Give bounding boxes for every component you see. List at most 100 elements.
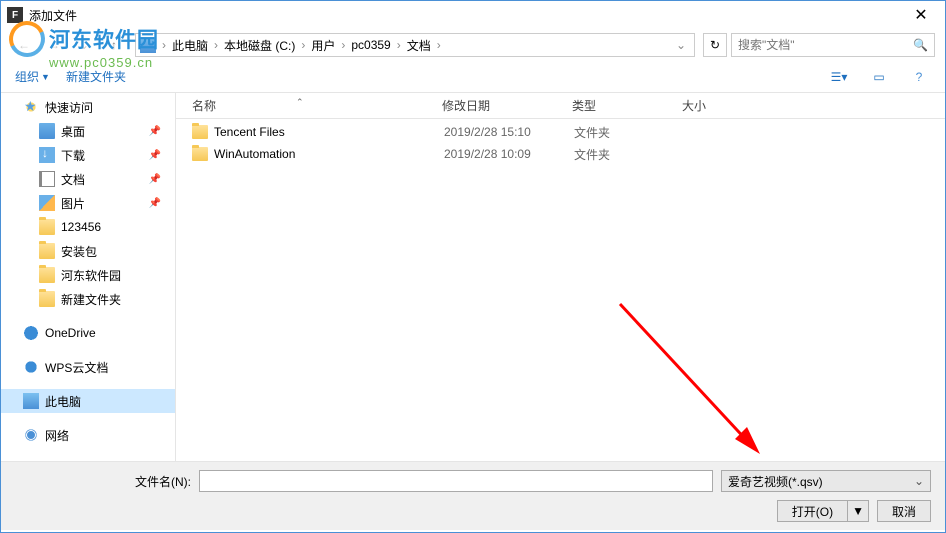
breadcrumb-item[interactable]: 本地磁盘 (C:) xyxy=(220,37,299,54)
sort-indicator-icon: ⌃ xyxy=(296,97,304,108)
title-bar: F 添加文件 ✕ xyxy=(1,1,945,29)
back-button[interactable]: ← xyxy=(11,32,37,58)
chevron-down-icon: ▼ xyxy=(41,72,50,82)
search-input[interactable] xyxy=(738,38,913,52)
document-icon xyxy=(39,171,55,187)
file-type: 文件夹 xyxy=(574,146,684,163)
breadcrumb-item[interactable]: pc0359 xyxy=(347,38,394,52)
chevron-down-icon[interactable]: ⌄ xyxy=(676,38,686,52)
sidebar-item-downloads[interactable]: 下载📌 xyxy=(1,143,175,167)
file-row[interactable]: Tencent Files 2019/2/28 15:10 文件夹 xyxy=(176,121,945,143)
sidebar-item-this-pc[interactable]: 此电脑 xyxy=(1,389,175,413)
file-name: WinAutomation xyxy=(214,147,444,161)
close-button[interactable]: ✕ xyxy=(901,3,941,27)
breadcrumb-item[interactable]: 用户 xyxy=(307,37,339,54)
column-header-type[interactable]: 类型 xyxy=(566,93,676,118)
sidebar-item-pictures[interactable]: 图片 📌 xyxy=(1,191,175,215)
sidebar-label: OneDrive xyxy=(45,326,96,340)
chevron-right-icon[interactable]: › xyxy=(435,38,443,52)
wps-icon xyxy=(23,359,39,375)
file-type: 文件夹 xyxy=(574,124,684,141)
desktop-icon xyxy=(39,123,55,139)
file-date: 2019/2/28 10:09 xyxy=(444,147,574,161)
breadcrumb-item[interactable]: 此电脑 xyxy=(168,37,212,54)
sidebar-label: 图片 xyxy=(61,195,85,212)
sidebar-item-wps[interactable]: WPS云文档 xyxy=(1,355,175,379)
window-title: 添加文件 xyxy=(29,7,901,24)
filename-label: 文件名(N): xyxy=(135,473,191,490)
file-type-filter[interactable]: 爱奇艺视频(*.qsv) xyxy=(721,470,931,492)
file-view: 名称⌃ 修改日期 类型 大小 Tencent Files 2019/2/28 1… xyxy=(176,93,945,461)
organize-menu[interactable]: 组织 ▼ xyxy=(15,68,50,85)
file-date: 2019/2/28 15:10 xyxy=(444,125,574,139)
file-list[interactable]: Tencent Files 2019/2/28 15:10 文件夹 WinAut… xyxy=(176,119,945,461)
open-dropdown-button[interactable]: ▼ xyxy=(847,500,869,522)
folder-icon xyxy=(39,243,55,259)
onedrive-icon xyxy=(23,325,39,341)
open-button-group: 打开(O) ▼ xyxy=(777,500,869,522)
star-icon xyxy=(23,99,39,115)
sidebar-item-network[interactable]: 网络 xyxy=(1,423,175,447)
sidebar-item-folder[interactable]: 河东软件园 xyxy=(1,263,175,287)
chevron-right-icon[interactable]: › xyxy=(339,38,347,52)
toolbar: 组织 ▼ 新建文件夹 ☰▾ ▭ ? xyxy=(1,61,945,93)
sidebar-item-folder[interactable]: 新建文件夹 xyxy=(1,287,175,311)
new-folder-button[interactable]: 新建文件夹 xyxy=(66,68,126,85)
up-button[interactable]: ↑ xyxy=(101,32,127,58)
column-header-date[interactable]: 修改日期 xyxy=(436,93,566,118)
folder-icon xyxy=(39,219,55,235)
help-button[interactable]: ? xyxy=(907,67,931,87)
sidebar-label: 文档 xyxy=(61,171,85,188)
sidebar-label: 河东软件园 xyxy=(61,267,121,284)
refresh-button[interactable]: ↻ xyxy=(703,33,727,57)
folder-icon xyxy=(39,291,55,307)
pictures-icon xyxy=(39,195,55,211)
sidebar-label: 桌面 xyxy=(61,123,85,140)
chevron-right-icon[interactable]: › xyxy=(212,38,220,52)
column-header-size[interactable]: 大小 xyxy=(676,93,756,118)
folder-icon xyxy=(192,147,208,161)
cancel-button[interactable]: 取消 xyxy=(877,500,931,522)
recent-dropdown[interactable]: ⌄ xyxy=(71,32,97,58)
sidebar-label: 新建文件夹 xyxy=(61,291,121,308)
file-row[interactable]: WinAutomation 2019/2/28 10:09 文件夹 xyxy=(176,143,945,165)
dialog-footer: 文件名(N): 爱奇艺视频(*.qsv) 打开(O) ▼ 取消 xyxy=(1,461,945,530)
preview-pane-button[interactable]: ▭ xyxy=(867,67,891,87)
pin-icon: 📌 xyxy=(149,126,161,137)
search-icon[interactable]: 🔍 xyxy=(913,38,928,52)
search-box[interactable]: 🔍 xyxy=(731,33,935,57)
sidebar-label: 下载 xyxy=(61,147,85,164)
location-icon xyxy=(140,37,156,53)
dialog-body: 快速访问 桌面 📌 下载📌 文档📌 图片 📌 123456 安装包 河东软件园 新建… xyxy=(1,93,945,461)
sidebar-label: 123456 xyxy=(61,220,101,234)
column-header-name[interactable]: 名称⌃ xyxy=(186,93,436,118)
open-button[interactable]: 打开(O) xyxy=(777,500,847,522)
sidebar-label: 快速访问 xyxy=(45,99,93,116)
pc-icon xyxy=(23,393,39,409)
download-icon xyxy=(39,147,55,163)
sidebar-item-desktop[interactable]: 桌面 📌 xyxy=(1,119,175,143)
file-name: Tencent Files xyxy=(214,125,444,139)
network-icon xyxy=(23,427,39,443)
chevron-right-icon[interactable]: › xyxy=(395,38,403,52)
forward-button[interactable]: → xyxy=(41,32,67,58)
sidebar-item-documents[interactable]: 文档📌 xyxy=(1,167,175,191)
sidebar-item-quick-access[interactable]: 快速访问 xyxy=(1,95,175,119)
sidebar-label: WPS云文档 xyxy=(45,359,108,376)
column-headers: 名称⌃ 修改日期 类型 大小 xyxy=(176,93,945,119)
sidebar-item-folder[interactable]: 123456 xyxy=(1,215,175,239)
nav-bar: ← → ⌄ ↑ › 此电脑 › 本地磁盘 (C:) › 用户 › pc0359 … xyxy=(1,29,945,61)
view-options-button[interactable]: ☰▾ xyxy=(827,67,851,87)
filename-input[interactable] xyxy=(199,470,713,492)
address-bar[interactable]: › 此电脑 › 本地磁盘 (C:) › 用户 › pc0359 › 文档 › ⌄ xyxy=(135,33,695,57)
chevron-right-icon[interactable]: › xyxy=(160,38,168,52)
sidebar-label: 网络 xyxy=(45,427,69,444)
breadcrumb-item[interactable]: 文档 xyxy=(403,37,435,54)
sidebar-label: 安装包 xyxy=(61,243,97,260)
sidebar-item-onedrive[interactable]: OneDrive xyxy=(1,321,175,345)
pin-icon: 📌 xyxy=(149,198,161,209)
sidebar-item-folder[interactable]: 安装包 xyxy=(1,239,175,263)
navigation-pane: 快速访问 桌面 📌 下载📌 文档📌 图片 📌 123456 安装包 河东软件园 新建… xyxy=(1,93,176,461)
chevron-right-icon[interactable]: › xyxy=(299,38,307,52)
sidebar-label: 此电脑 xyxy=(45,393,81,410)
